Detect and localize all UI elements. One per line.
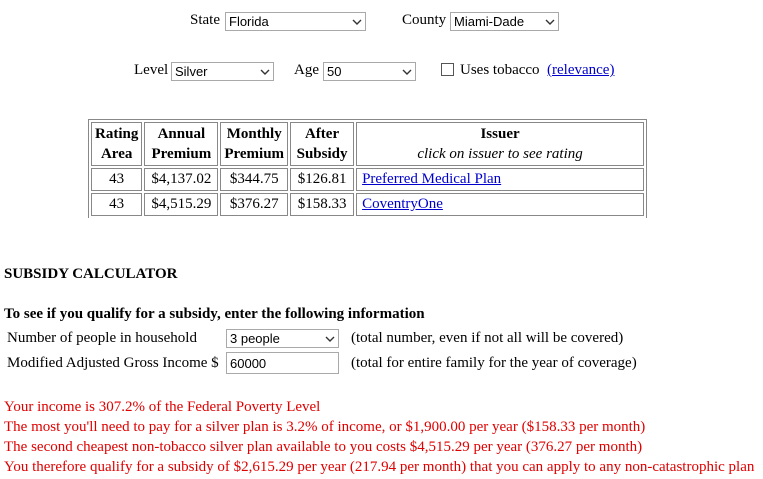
county-label: County: [402, 12, 447, 28]
result-max-pay-line: The most you'll need to pay for a silver…: [4, 419, 646, 435]
issuer-cell: Preferred Medical Plan: [356, 168, 645, 191]
issuer-cell: CoventryOne: [356, 193, 645, 216]
chevron-down-icon: [352, 19, 362, 25]
issuer-link[interactable]: CoventryOne: [362, 196, 443, 212]
age-select-value: 50: [327, 64, 342, 79]
calculator-title: SUBSIDY CALCULATOR: [4, 266, 178, 282]
rating-area-cell: 43: [91, 168, 143, 191]
chevron-down-icon: [325, 336, 335, 342]
annual-premium-cell: $4,515.29: [144, 193, 219, 216]
header-after-subsidy: After Subsidy: [290, 122, 355, 166]
income-label: Modified Adjusted Gross Income $: [7, 355, 219, 371]
result-benchmark-line: The second cheapest non-tobacco silver p…: [4, 439, 643, 455]
household-select[interactable]: 3 people: [226, 329, 339, 348]
monthly-premium-cell: $376.27: [220, 193, 289, 216]
household-label: Number of people in household: [7, 330, 197, 346]
income-note: (total for entire family for the year of…: [351, 355, 637, 371]
header-issuer: Issuer click on issuer to see rating: [356, 122, 645, 166]
table-row: 43 $4,515.29 $376.27 $158.33 CoventryOne: [91, 193, 645, 216]
result-fpl-line: Your income is 307.2% of the Federal Pov…: [4, 399, 321, 415]
household-select-value: 3 people: [230, 331, 280, 346]
level-select-value: Silver: [175, 64, 208, 79]
level-label: Level: [134, 62, 169, 78]
result-subsidy-line: You therefore qualify for a subsidy of $…: [4, 459, 755, 475]
chevron-down-icon: [260, 69, 270, 75]
rating-area-cell: 43: [91, 193, 143, 216]
calculator-intro: To see if you qualify for a subsidy, ent…: [4, 306, 425, 322]
after-subsidy-cell: $126.81: [290, 168, 355, 191]
income-input[interactable]: 60000: [226, 352, 339, 374]
header-monthly-premium: Monthly Premium: [220, 122, 289, 166]
table-header-row: Rating Area Annual Premium Monthly Premium …: [91, 122, 645, 166]
relevance-link[interactable]: (relevance): [547, 62, 614, 79]
issuer-link[interactable]: Preferred Medical Plan: [362, 171, 501, 187]
chevron-down-icon: [402, 69, 412, 75]
tobacco-checkbox[interactable]: [441, 63, 454, 76]
state-select[interactable]: Florida: [225, 12, 366, 31]
monthly-premium-cell: $344.75: [220, 168, 289, 191]
header-annual-premium: Annual Premium: [144, 122, 219, 166]
annual-premium-cell: $4,137.02: [144, 168, 219, 191]
plans-table: Rating Area Annual Premium Monthly Premium …: [88, 119, 648, 218]
chevron-down-icon: [545, 19, 555, 25]
state-label: State: [190, 12, 220, 28]
tobacco-label: Uses tobacco: [460, 62, 540, 78]
age-select[interactable]: 50: [323, 62, 416, 81]
age-label: Age: [294, 62, 319, 78]
issuer-note: click on issuer to see rating: [417, 146, 583, 162]
after-subsidy-cell: $158.33: [290, 193, 355, 216]
level-select[interactable]: Silver: [171, 62, 274, 81]
header-rating-area: Rating Area: [91, 122, 143, 166]
county-select[interactable]: Miami-Dade: [450, 12, 559, 31]
state-select-value: Florida: [229, 14, 269, 29]
county-select-value: Miami-Dade: [454, 14, 525, 29]
household-note: (total number, even if not all will be c…: [351, 330, 624, 346]
table-row: 43 $4,137.02 $344.75 $126.81 Preferred M…: [91, 168, 645, 191]
income-input-value: 60000: [230, 356, 267, 371]
